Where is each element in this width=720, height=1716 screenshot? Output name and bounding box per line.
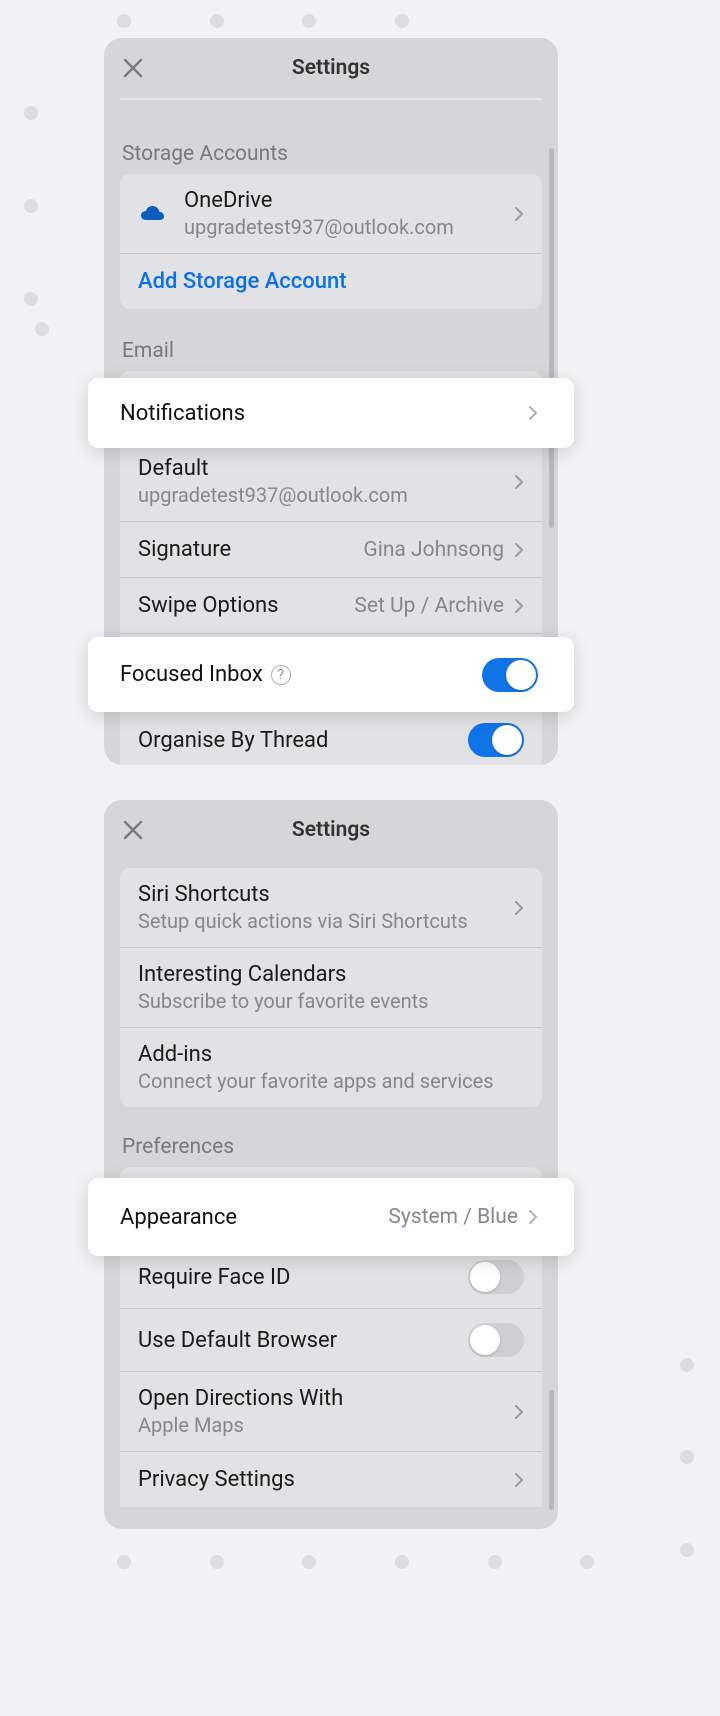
focused-label: Focused Inbox xyxy=(120,662,263,687)
decorative-dot xyxy=(580,1555,594,1569)
chevron-right-icon xyxy=(514,598,524,614)
browser-row: Use Default Browser xyxy=(120,1308,542,1371)
notifications-row[interactable]: Notifications xyxy=(88,378,574,448)
chevron-right-icon xyxy=(528,1209,538,1225)
decorative-dot xyxy=(210,1555,224,1569)
decorative-dot xyxy=(302,14,316,28)
chevron-right-icon xyxy=(514,474,524,490)
decorative-dot xyxy=(302,1555,316,1569)
directions-row[interactable]: Open Directions With Apple Maps xyxy=(120,1371,542,1451)
help-icon[interactable]: ? xyxy=(271,665,291,685)
faceid-label: Require Face ID xyxy=(138,1265,290,1290)
chevron-right-icon xyxy=(514,1404,524,1420)
appearance-label: Appearance xyxy=(120,1205,237,1230)
swipe-row[interactable]: Swipe Options Set Up / Archive xyxy=(120,577,542,633)
appearance-row[interactable]: Appearance System / Blue xyxy=(88,1178,574,1256)
decorative-dot xyxy=(24,292,38,306)
addins-title: Add-ins xyxy=(138,1042,524,1067)
decorative-dot xyxy=(210,14,224,28)
settings-panel-bottom: Settings Siri Shortcuts Setup quick acti… xyxy=(104,800,558,1529)
addins-row[interactable]: Add-ins Connect your favorite apps and s… xyxy=(120,1027,542,1107)
decorative-dot xyxy=(35,322,49,336)
focused-toggle[interactable] xyxy=(482,658,538,692)
storage-onedrive-row[interactable]: OneDrive upgradetest937@outlook.com xyxy=(120,174,542,253)
appearance-value: System / Blue xyxy=(388,1205,518,1229)
onedrive-icon xyxy=(138,203,168,225)
section-header-email: Email xyxy=(104,309,558,371)
integrations-card: Siri Shortcuts Setup quick actions via S… xyxy=(120,868,542,1107)
siri-row[interactable]: Siri Shortcuts Setup quick actions via S… xyxy=(120,868,542,947)
chevron-right-icon xyxy=(514,206,524,222)
calendars-sub: Subscribe to your favorite events xyxy=(138,989,524,1013)
panel-title: Settings xyxy=(292,56,370,80)
default-label: Default xyxy=(138,456,514,481)
signature-row[interactable]: Signature Gina Johnsong xyxy=(120,521,542,577)
chevron-right-icon xyxy=(514,1472,524,1488)
section-header-storage: Storage Accounts xyxy=(104,100,558,174)
decorative-dot xyxy=(680,1450,694,1464)
privacy-row[interactable]: Privacy Settings xyxy=(120,1451,542,1507)
focused-inbox-row: Focused Inbox ? xyxy=(88,637,574,712)
browser-toggle[interactable] xyxy=(468,1323,524,1357)
faceid-toggle[interactable] xyxy=(468,1260,524,1294)
decorative-dot xyxy=(24,199,38,213)
storage-card: OneDrive upgradetest937@outlook.com Add … xyxy=(120,174,542,309)
scroll-indicator[interactable] xyxy=(549,148,554,528)
add-storage-row[interactable]: Add Storage Account xyxy=(120,253,542,309)
addins-sub: Connect your favorite apps and services xyxy=(138,1069,524,1093)
section-header-prefs: Preferences xyxy=(104,1107,558,1167)
swipe-label: Swipe Options xyxy=(138,593,279,618)
decorative-dot xyxy=(395,1555,409,1569)
panel-title: Settings xyxy=(292,818,370,842)
directions-value: Apple Maps xyxy=(138,1413,514,1437)
decorative-dot xyxy=(24,106,38,120)
swipe-value: Set Up / Archive xyxy=(354,594,504,618)
close-icon[interactable] xyxy=(122,819,144,841)
onedrive-label: OneDrive xyxy=(184,188,514,213)
decorative-dot xyxy=(680,1358,694,1372)
decorative-dot xyxy=(488,1555,502,1569)
default-value: upgradetest937@outlook.com xyxy=(138,483,514,507)
privacy-label: Privacy Settings xyxy=(138,1467,295,1492)
decorative-dot xyxy=(117,1555,131,1569)
organise-thread-row: Organise By Thread xyxy=(120,708,542,765)
add-storage-label: Add Storage Account xyxy=(138,269,347,294)
browser-label: Use Default Browser xyxy=(138,1328,337,1353)
scroll-indicator[interactable] xyxy=(549,1390,554,1510)
decorative-dot xyxy=(117,14,131,28)
panel-header: Settings xyxy=(104,800,558,860)
siri-sub: Setup quick actions via Siri Shortcuts xyxy=(138,909,514,933)
siri-title: Siri Shortcuts xyxy=(138,882,514,907)
onedrive-email: upgradetest937@outlook.com xyxy=(184,215,514,239)
signature-value: Gina Johnsong xyxy=(363,538,504,562)
organise-label: Organise By Thread xyxy=(138,728,328,753)
close-icon[interactable] xyxy=(122,57,144,79)
default-row[interactable]: Default upgradetest937@outlook.com xyxy=(120,441,542,521)
signature-label: Signature xyxy=(138,537,231,562)
calendars-title: Interesting Calendars xyxy=(138,962,524,987)
chevron-right-icon xyxy=(514,900,524,916)
decorative-dot xyxy=(395,14,409,28)
decorative-dot xyxy=(680,1543,694,1557)
calendars-row[interactable]: Interesting Calendars Subscribe to your … xyxy=(120,947,542,1027)
organise-toggle[interactable] xyxy=(468,723,524,757)
panel-header: Settings xyxy=(104,38,558,98)
chevron-right-icon xyxy=(528,405,538,421)
notifications-label: Notifications xyxy=(120,401,245,426)
chevron-right-icon xyxy=(514,542,524,558)
directions-label: Open Directions With xyxy=(138,1386,514,1411)
